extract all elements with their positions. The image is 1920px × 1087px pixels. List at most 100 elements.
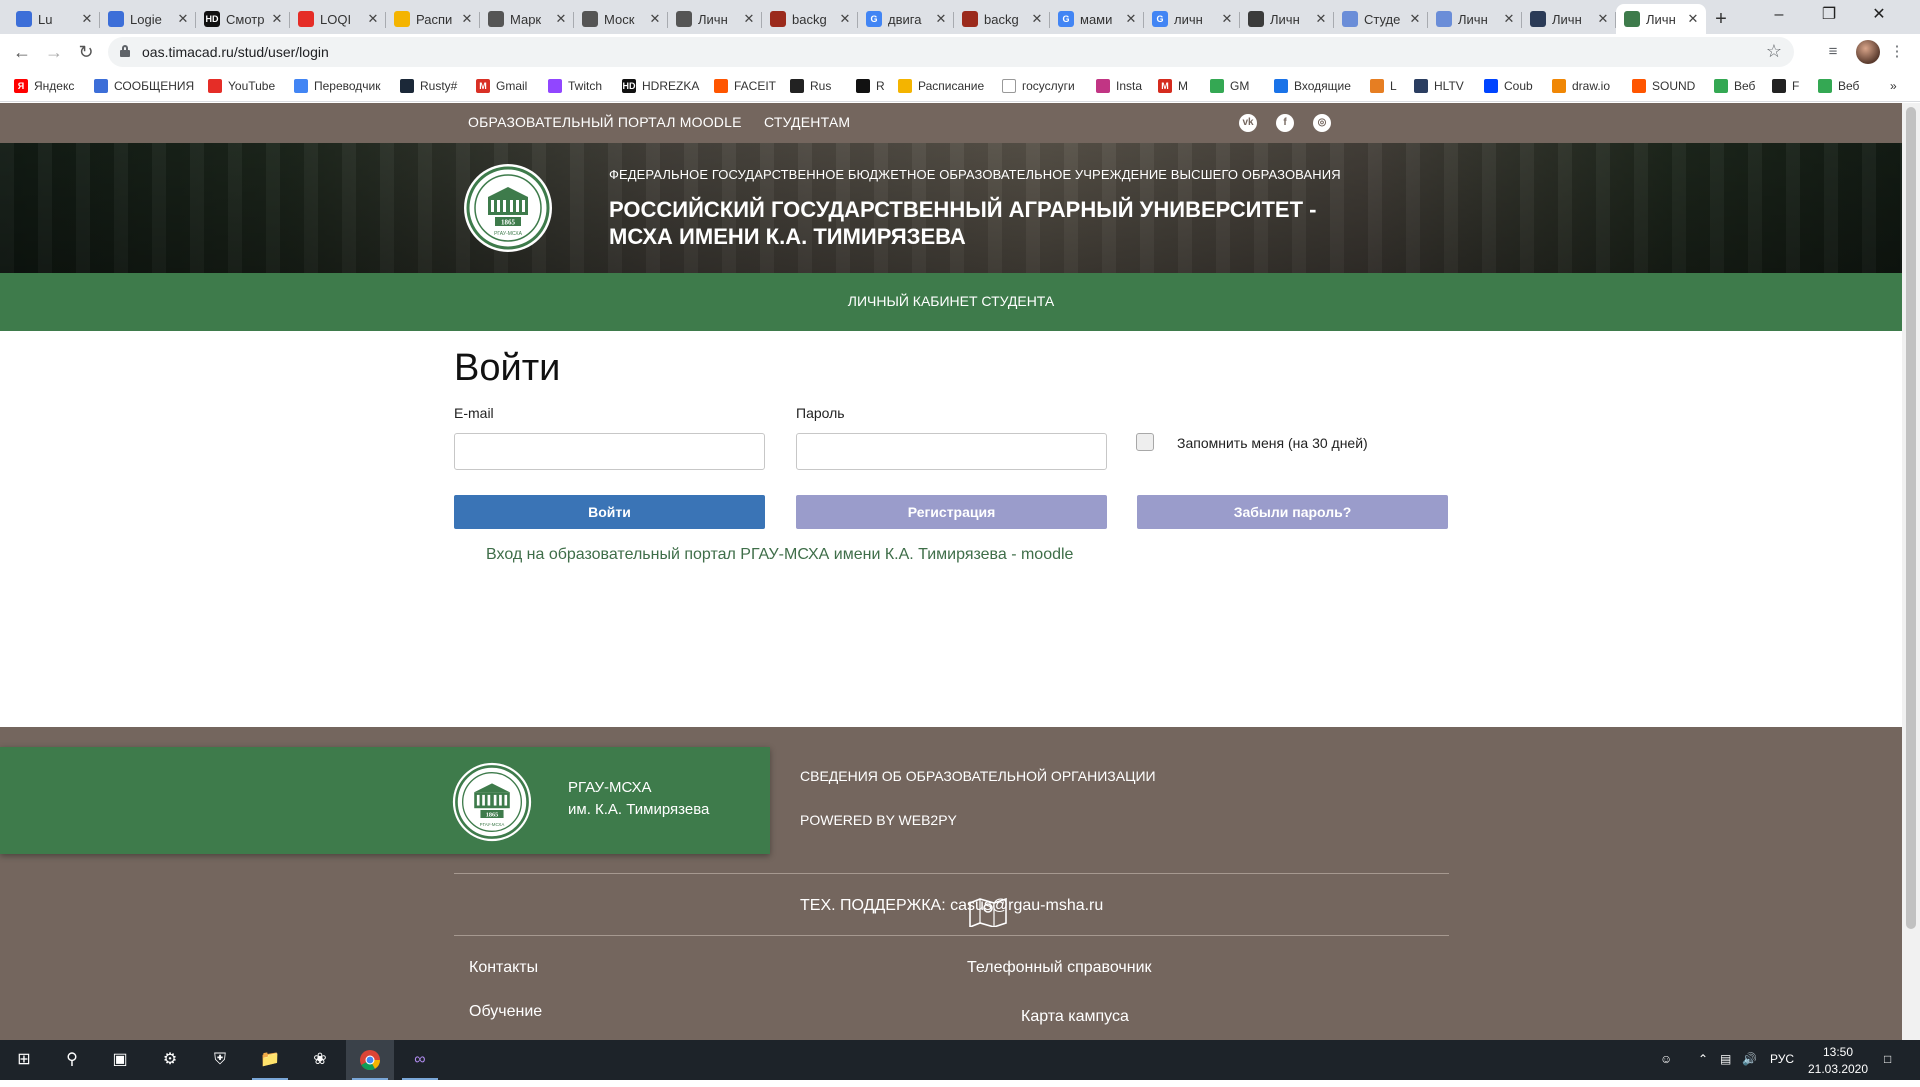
bookmark-item[interactable]: M Gmail bbox=[476, 76, 527, 96]
footer-university-logo[interactable]: 1865 РГАУ-МСХА bbox=[452, 762, 532, 842]
browser-tab[interactable]: Распи ✕ bbox=[386, 4, 480, 34]
tab-close-icon[interactable]: ✕ bbox=[270, 11, 284, 27]
powered-by-link[interactable]: POWERED BY WEB2PY bbox=[800, 812, 957, 828]
windows-start-icon[interactable]: ⊞ bbox=[0, 1040, 48, 1080]
tab-close-icon[interactable]: ✕ bbox=[1596, 11, 1610, 27]
language-indicator[interactable]: РУС bbox=[1770, 1052, 1794, 1066]
forgot-password-button[interactable]: Забыли пароль? bbox=[1137, 495, 1448, 529]
bookmark-item[interactable]: F bbox=[1772, 76, 1799, 96]
bookmark-item[interactable]: Twitch bbox=[548, 76, 602, 96]
chrome-icon[interactable] bbox=[346, 1040, 394, 1080]
bookmark-item[interactable]: Веб bbox=[1818, 76, 1859, 96]
bookmark-item[interactable]: YouTube bbox=[208, 76, 275, 96]
bookmark-item[interactable]: СООБЩЕНИЯ bbox=[94, 76, 194, 96]
app-icon[interactable]: ❀ bbox=[296, 1040, 344, 1080]
tray-chevron-icon[interactable]: ⌃ bbox=[1698, 1052, 1708, 1066]
education-link[interactable]: Обучение bbox=[469, 1003, 542, 1021]
tab-close-icon[interactable]: ✕ bbox=[1124, 11, 1138, 27]
file-explorer-icon[interactable]: 📁 bbox=[246, 1040, 294, 1080]
tab-close-icon[interactable]: ✕ bbox=[554, 11, 568, 27]
new-tab-button[interactable]: + bbox=[1708, 6, 1734, 32]
browser-tab[interactable]: backg ✕ bbox=[954, 4, 1050, 34]
bookmark-item[interactable]: Insta bbox=[1096, 76, 1142, 96]
people-icon[interactable]: ☺ bbox=[1660, 1052, 1672, 1066]
page-scrollbar[interactable] bbox=[1902, 103, 1920, 1040]
nav-moodle-link[interactable]: ОБРАЗОВАТЕЛЬНЫЙ ПОРТАЛ MOODLE bbox=[468, 114, 742, 130]
browser-tab[interactable]: Gмами ✕ bbox=[1050, 4, 1144, 34]
instagram-icon[interactable]: ◎ bbox=[1313, 114, 1331, 132]
clock-date[interactable]: 21.03.2020 bbox=[1798, 1062, 1878, 1076]
bookmark-item[interactable]: Веб bbox=[1714, 76, 1755, 96]
back-icon[interactable]: ← bbox=[8, 38, 36, 66]
browser-tab[interactable]: LOQI ✕ bbox=[290, 4, 386, 34]
bookmark-item[interactable]: L bbox=[1370, 76, 1397, 96]
tab-close-icon[interactable]: ✕ bbox=[648, 11, 662, 27]
bookmark-item[interactable]: HLTV bbox=[1414, 76, 1464, 96]
bookmark-item[interactable]: R bbox=[856, 76, 885, 96]
network-icon[interactable]: ▤ bbox=[1720, 1052, 1731, 1066]
browser-tab[interactable]: Lu ✕ bbox=[8, 4, 100, 34]
browser-tab[interactable]: Моск ✕ bbox=[574, 4, 668, 34]
browser-tab[interactable]: Logie ✕ bbox=[100, 4, 196, 34]
phonebook-link[interactable]: Телефонный справочник bbox=[967, 959, 1152, 977]
clock-time[interactable]: 13:50 bbox=[1808, 1045, 1868, 1059]
password-field[interactable] bbox=[796, 433, 1107, 470]
vk-icon[interactable]: vk bbox=[1239, 114, 1257, 132]
more-bookmarks-button[interactable]: » bbox=[1890, 76, 1897, 96]
task-view-icon[interactable]: ▣ bbox=[96, 1040, 144, 1080]
bookmark-item[interactable]: госуслуги bbox=[1002, 76, 1075, 96]
bookmark-item[interactable]: Rus bbox=[790, 76, 831, 96]
reading-list-icon[interactable]: ≡ bbox=[1822, 41, 1844, 63]
register-button[interactable]: Регистрация bbox=[796, 495, 1107, 529]
bookmark-item[interactable]: Переводчик bbox=[294, 76, 381, 96]
login-button[interactable]: Войти bbox=[454, 495, 765, 529]
menu-icon[interactable]: ⋮ bbox=[1886, 41, 1908, 63]
bookmark-item[interactable]: FACEIT bbox=[714, 76, 776, 96]
tech-support-text[interactable]: ТЕХ. ПОДДЕРЖКА: casus@rgau-msha.ru bbox=[800, 897, 1103, 915]
bookmark-item[interactable]: draw.io bbox=[1552, 76, 1610, 96]
campus-map-link[interactable]: Карта кампуса bbox=[1021, 1008, 1129, 1026]
forward-icon[interactable]: → bbox=[40, 38, 68, 66]
bookmark-item[interactable]: HD HDREZKA bbox=[622, 76, 699, 96]
tab-close-icon[interactable]: ✕ bbox=[1030, 11, 1044, 27]
address-bar[interactable]: oas.timacad.ru/stud/user/login ☆ bbox=[108, 37, 1794, 67]
search-icon[interactable]: ⚲ bbox=[48, 1040, 96, 1080]
bookmark-star-icon[interactable]: ☆ bbox=[1766, 41, 1782, 62]
notifications-icon[interactable]: □ bbox=[1884, 1052, 1891, 1066]
browser-tab[interactable]: Gличн ✕ bbox=[1144, 4, 1240, 34]
tab-close-icon[interactable]: ✕ bbox=[742, 11, 756, 27]
bookmark-item[interactable]: Расписание bbox=[898, 76, 984, 96]
browser-tab[interactable]: backg ✕ bbox=[762, 4, 858, 34]
browser-tab[interactable]: Gдвига ✕ bbox=[858, 4, 954, 34]
bookmark-item[interactable]: Я Яндекс bbox=[14, 76, 74, 96]
browser-tab[interactable]: Личн ✕ bbox=[668, 4, 762, 34]
university-logo[interactable]: 1865 РГАУ-МСХА bbox=[463, 163, 553, 253]
browser-tab[interactable]: Личн ✕ bbox=[1240, 4, 1334, 34]
facebook-icon[interactable]: f bbox=[1276, 114, 1294, 132]
volume-icon[interactable]: 🔊 bbox=[1742, 1052, 1757, 1066]
browser-tab[interactable]: Личн ✕ bbox=[1428, 4, 1522, 34]
browser-tab[interactable]: Марк ✕ bbox=[480, 4, 574, 34]
email-field[interactable] bbox=[454, 433, 765, 470]
close-window-button[interactable]: ✕ bbox=[1856, 0, 1902, 30]
tab-close-icon[interactable]: ✕ bbox=[176, 11, 190, 27]
nav-students-link[interactable]: СТУДЕНТАМ bbox=[764, 114, 850, 130]
reload-icon[interactable]: ↻ bbox=[72, 38, 100, 66]
bookmark-item[interactable]: Coub bbox=[1484, 76, 1533, 96]
bookmark-item[interactable]: SOUND bbox=[1632, 76, 1695, 96]
browser-tab[interactable]: Студе ✕ bbox=[1334, 4, 1428, 34]
moodle-portal-link[interactable]: Вход на образовательный портал РГАУ-МСХА… bbox=[486, 546, 1073, 564]
bookmark-item[interactable]: GM bbox=[1210, 76, 1249, 96]
steam-icon[interactable]: ⚙ bbox=[146, 1040, 194, 1080]
tab-close-icon[interactable]: ✕ bbox=[1408, 11, 1422, 27]
shield-icon[interactable]: ⛨ bbox=[196, 1040, 244, 1080]
tab-close-icon[interactable]: ✕ bbox=[1314, 11, 1328, 27]
tab-close-icon[interactable]: ✕ bbox=[460, 11, 474, 27]
remember-me-checkbox[interactable] bbox=[1136, 433, 1154, 451]
scrollbar-thumb[interactable] bbox=[1906, 107, 1916, 929]
browser-tab[interactable]: Личн ✕ bbox=[1522, 4, 1616, 34]
tab-close-icon[interactable]: ✕ bbox=[80, 11, 94, 27]
bookmark-item[interactable]: MM bbox=[1158, 76, 1188, 96]
bookmark-item[interactable]: Rusty# bbox=[400, 76, 457, 96]
profile-avatar[interactable] bbox=[1856, 40, 1880, 64]
